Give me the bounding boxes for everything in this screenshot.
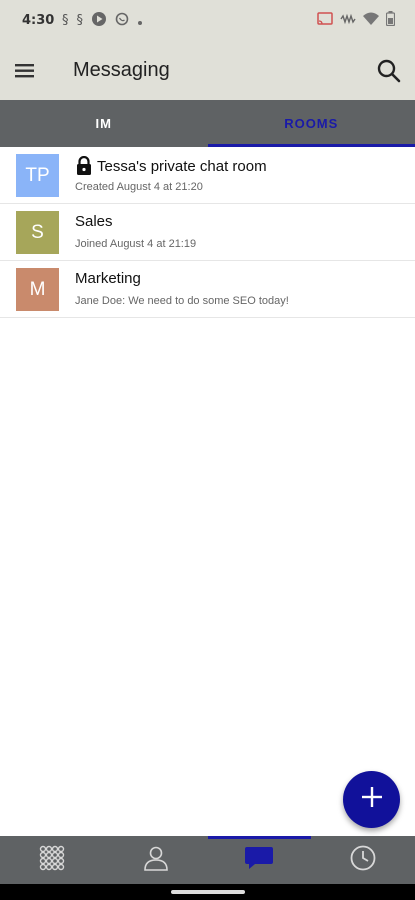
plus-icon [359,784,385,815]
room-list: TP Tessa's private chat room Created Aug… [0,147,415,318]
room-item-marketing[interactable]: M Marketing Jane Doe: We need to do some… [0,261,415,318]
room-name-text: Tessa's private chat room [97,157,267,175]
notification-icon: § [76,12,84,28]
page-title: Messaging [73,59,170,81]
whatsapp-icon [115,12,129,29]
gesture-bar [0,884,415,900]
nav-contacts[interactable] [104,836,208,884]
hamburger-menu-icon [12,64,38,88]
room-name: Sales [75,213,113,230]
notification-icon: § [62,12,69,28]
search-button[interactable] [375,57,403,85]
new-room-button[interactable] [343,771,400,828]
wifi-icon [363,12,379,29]
room-item-tessa[interactable]: TP Tessa's private chat room Created Aug… [0,147,415,204]
home-indicator[interactable] [171,890,245,894]
tab-rooms[interactable]: ROOMS [207,100,415,147]
battery-icon [385,11,396,29]
avatar: S [16,211,59,254]
cast-icon [317,11,333,29]
bottom-nav [0,836,415,884]
status-time: 4:30 [22,13,55,28]
room-name-text: Sales [75,213,113,230]
dot-icon [137,13,143,29]
vibrate-icon [340,12,356,28]
app-bar: Messaging [0,42,415,100]
chat-icon [244,845,274,876]
room-item-sales[interactable]: S Sales Joined August 4 at 21:19 [0,204,415,261]
tab-im[interactable]: IM [0,100,208,147]
room-name-text: Marketing [75,270,141,287]
contacts-icon [143,844,169,877]
nav-history[interactable] [311,836,415,884]
lock-icon [75,155,93,176]
dialpad-icon [38,844,66,877]
play-icon [91,11,107,30]
status-bar: 4:30 § § [0,0,415,42]
room-name: Tessa's private chat room [75,155,267,176]
avatar: TP [16,154,59,197]
tab-bar: IM ROOMS [0,100,415,147]
avatar: M [16,268,59,311]
room-subtitle: Created August 4 at 21:20 [75,181,203,193]
nav-dialpad[interactable] [0,836,104,884]
status-right-icons [317,11,396,29]
menu-button[interactable] [12,58,38,84]
room-subtitle: Jane Doe: We need to do some SEO today! [75,295,289,307]
room-subtitle: Joined August 4 at 21:19 [75,238,197,250]
room-name: Marketing [75,270,141,287]
search-icon [375,59,403,89]
history-icon [349,844,377,877]
status-left-icons: § § [62,11,143,30]
nav-chat[interactable] [207,836,312,884]
